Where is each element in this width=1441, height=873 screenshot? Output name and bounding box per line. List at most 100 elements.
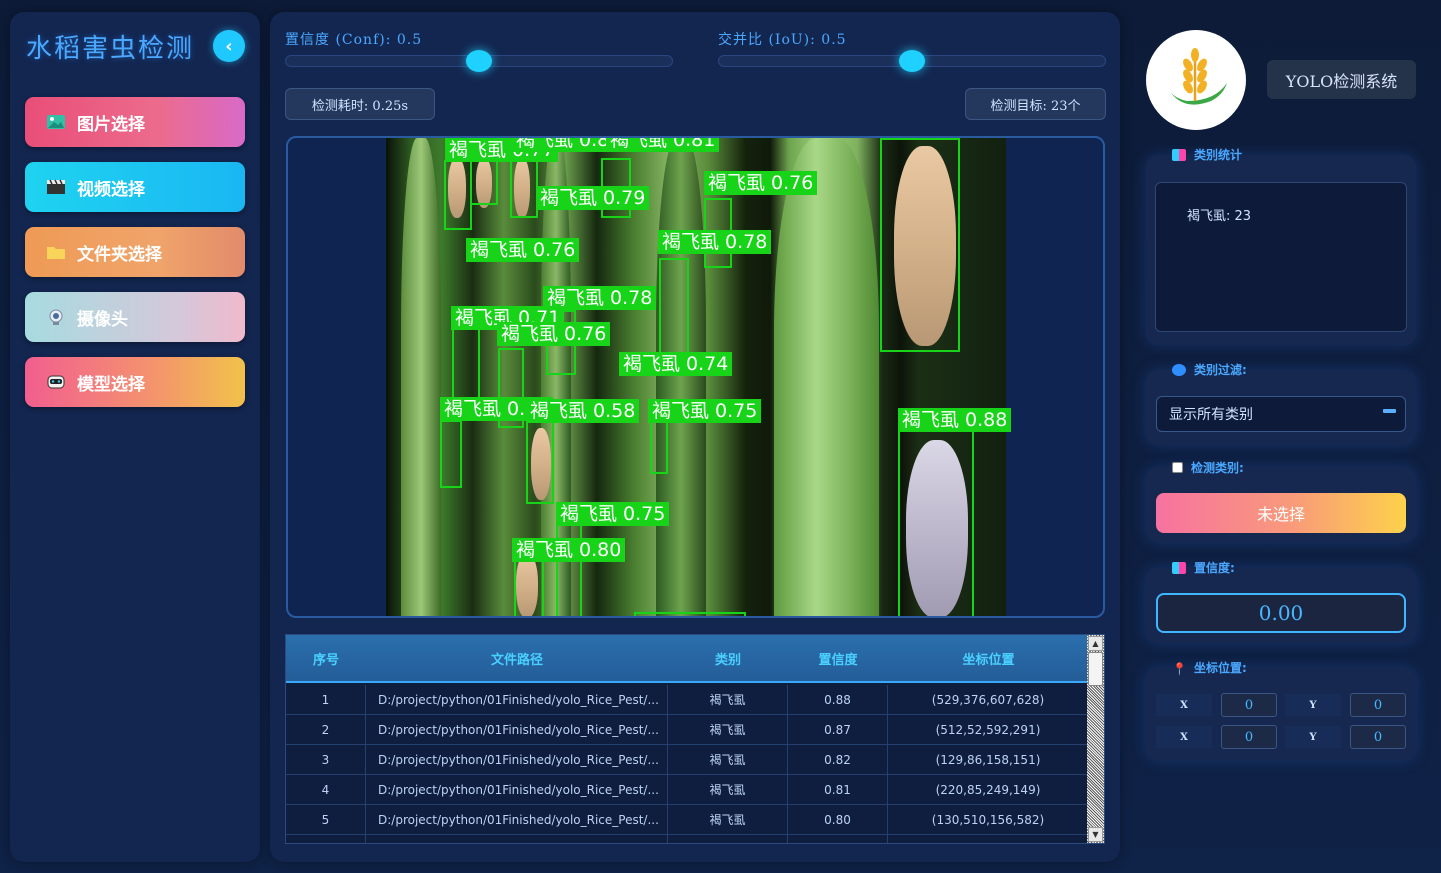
table-row[interactable]: 3 D:/project/python/01Finished/yolo_Rice… xyxy=(286,745,1089,775)
confidence-title-text: 置信度: xyxy=(1194,561,1235,575)
cell-class xyxy=(668,835,788,843)
detection-label: 褐飞虱 0.80 xyxy=(512,538,626,562)
model-select-label: 模型选择 xyxy=(77,374,145,395)
cell-confidence: 0.87 xyxy=(788,715,888,744)
detection-count-badge: 检测目标: 23个 xyxy=(965,88,1106,120)
scroll-down-arrow-icon[interactable]: ▼ xyxy=(1088,827,1103,842)
cell-index: 5 xyxy=(286,805,366,834)
folder-select-button[interactable]: 文件夹选择 xyxy=(25,227,245,277)
detection-box xyxy=(650,420,668,474)
cell-confidence: 0.82 xyxy=(788,745,888,774)
table-row[interactable]: 5 D:/project/python/01Finished/yolo_Rice… xyxy=(286,805,1089,835)
iou-slider-thumb[interactable] xyxy=(899,50,925,72)
cell-class: 褐飞虱 xyxy=(668,715,788,744)
detection-box xyxy=(444,160,472,230)
sidebar: 水稻害虫检测 ‹ 图片选择 视频选择 文件夹选择 摄像头 模型选择 xyxy=(10,12,260,862)
cell-confidence xyxy=(788,835,888,843)
video-select-label: 视频选择 xyxy=(77,179,145,200)
class-stats-title: 类别统计 xyxy=(1172,146,1242,163)
detection-label: 褐飞虱 0.75 xyxy=(648,399,762,423)
robot-icon xyxy=(45,373,67,391)
cell-index: 2 xyxy=(286,715,366,744)
clapperboard-icon xyxy=(45,178,67,196)
detection-box xyxy=(634,612,746,616)
wheat-logo-icon xyxy=(1171,48,1227,105)
confidence-value: 0.00 xyxy=(1156,593,1406,633)
collapse-sidebar-button[interactable]: ‹ xyxy=(213,30,245,62)
detection-label: 褐飞虱 0.79 xyxy=(536,186,650,210)
detection-box xyxy=(514,558,544,616)
cell-path: D:/project/python/01Finished/yolo_Rice_P… xyxy=(366,805,668,834)
leaf-blade xyxy=(656,138,706,616)
detection-box xyxy=(898,430,974,616)
cell-path xyxy=(366,835,668,843)
column-header-coords[interactable]: 坐标位置 xyxy=(888,635,1089,681)
column-header-index[interactable]: 序号 xyxy=(286,635,366,681)
iou-slider-label: 交并比 (IoU): 0.5 xyxy=(718,32,847,48)
chevron-left-icon: ‹ xyxy=(225,35,233,57)
class-stats-box: 褐飞虱: 23 xyxy=(1155,182,1407,332)
conf-slider[interactable] xyxy=(285,50,673,72)
detection-box xyxy=(510,160,538,218)
class-filter-value: 显示所有类别 xyxy=(1169,407,1253,423)
image-icon xyxy=(45,113,67,131)
cell-path: D:/project/python/01Finished/yolo_Rice_P… xyxy=(366,745,668,774)
coord-x1-value: 0 xyxy=(1221,693,1277,717)
iou-slider[interactable] xyxy=(718,50,1106,72)
detect-class-button[interactable]: 未选择 xyxy=(1156,493,1406,533)
table-row[interactable] xyxy=(286,835,1089,843)
detection-image-view: 褐飞虱 0.77 褐飞虱 0.82 褐飞虱 0.81 褐飞虱 0.79 褐飞虱 … xyxy=(286,136,1105,618)
column-header-confidence[interactable]: 置信度 xyxy=(788,635,888,681)
camera-button[interactable]: 摄像头 xyxy=(25,292,245,342)
detection-label: 褐飞虱 0.76 xyxy=(704,171,818,195)
class-stats-title-text: 类别统计 xyxy=(1194,148,1243,162)
confidence-title: 置信度: xyxy=(1172,559,1235,576)
detection-box xyxy=(526,420,554,504)
camera-label: 摄像头 xyxy=(77,309,128,330)
main-panel: 置信度 (Conf): 0.5 交并比 (IoU): 0.5 检测耗时: 0.2… xyxy=(270,12,1120,862)
conf-slider-label: 置信度 (Conf): 0.5 xyxy=(285,32,423,48)
class-filter-title: 类别过滤: xyxy=(1172,361,1247,378)
cell-index: 3 xyxy=(286,745,366,774)
coord-x2-value: 0 xyxy=(1221,725,1277,749)
table-row[interactable]: 2 D:/project/python/01Finished/yolo_Rice… xyxy=(286,715,1089,745)
class-filter-title-text: 类别过滤: xyxy=(1194,363,1247,377)
cell-confidence: 0.88 xyxy=(788,685,888,714)
image-select-button[interactable]: 图片选择 xyxy=(25,97,245,147)
detection-label: 褐飞虱 0.75 xyxy=(556,502,670,526)
class-filter-select[interactable]: 显示所有类别 xyxy=(1156,396,1406,432)
detection-box xyxy=(440,420,462,488)
app-logo xyxy=(1146,30,1246,130)
column-header-class[interactable]: 类别 xyxy=(668,635,788,681)
column-header-path[interactable]: 文件路径 xyxy=(366,635,668,681)
conf-slider-thumb[interactable] xyxy=(466,50,492,72)
app-title: 水稻害虫检测 xyxy=(26,34,195,64)
table-row[interactable]: 4 D:/project/python/01Finished/yolo_Rice… xyxy=(286,775,1089,805)
folder-select-label: 文件夹选择 xyxy=(77,244,162,265)
video-select-button[interactable]: 视频选择 xyxy=(25,162,245,212)
scrollbar-thumb[interactable] xyxy=(1088,652,1103,686)
detection-label: 褐飞虱 0.74 xyxy=(619,352,733,376)
coord-y1-value: 0 xyxy=(1350,693,1406,717)
rice-plant-photo: 褐飞虱 0.77 褐飞虱 0.82 褐飞虱 0.81 褐飞虱 0.79 褐飞虱 … xyxy=(386,138,1012,616)
chart-icon xyxy=(1172,148,1186,161)
cell-path: D:/project/python/01Finished/yolo_Rice_P… xyxy=(366,775,668,804)
image-select-label: 图片选择 xyxy=(77,114,145,135)
table-scrollbar[interactable]: ▲ ▼ xyxy=(1087,635,1104,843)
detection-label: 褐飞虱 0.76 xyxy=(497,322,611,346)
pushpin-icon: 📍 xyxy=(1172,661,1187,676)
cell-class: 褐飞虱 xyxy=(668,775,788,804)
detection-box xyxy=(470,160,498,205)
scroll-up-arrow-icon[interactable]: ▲ xyxy=(1088,636,1103,651)
cell-confidence: 0.80 xyxy=(788,805,888,834)
cell-coords: (130,510,156,582) xyxy=(888,805,1089,834)
webcam-icon xyxy=(45,308,67,326)
coordinates-title-text: 坐标位置: xyxy=(1194,661,1247,675)
table-row[interactable]: 1 D:/project/python/01Finished/yolo_Rice… xyxy=(286,685,1089,715)
cell-coords xyxy=(888,835,1089,843)
cell-confidence: 0.81 xyxy=(788,775,888,804)
cell-path: D:/project/python/01Finished/yolo_Rice_P… xyxy=(366,685,668,714)
leaf-blade xyxy=(401,138,441,616)
coordinates-title: 📍 坐标位置: xyxy=(1172,659,1247,676)
model-select-button[interactable]: 模型选择 xyxy=(25,357,245,407)
